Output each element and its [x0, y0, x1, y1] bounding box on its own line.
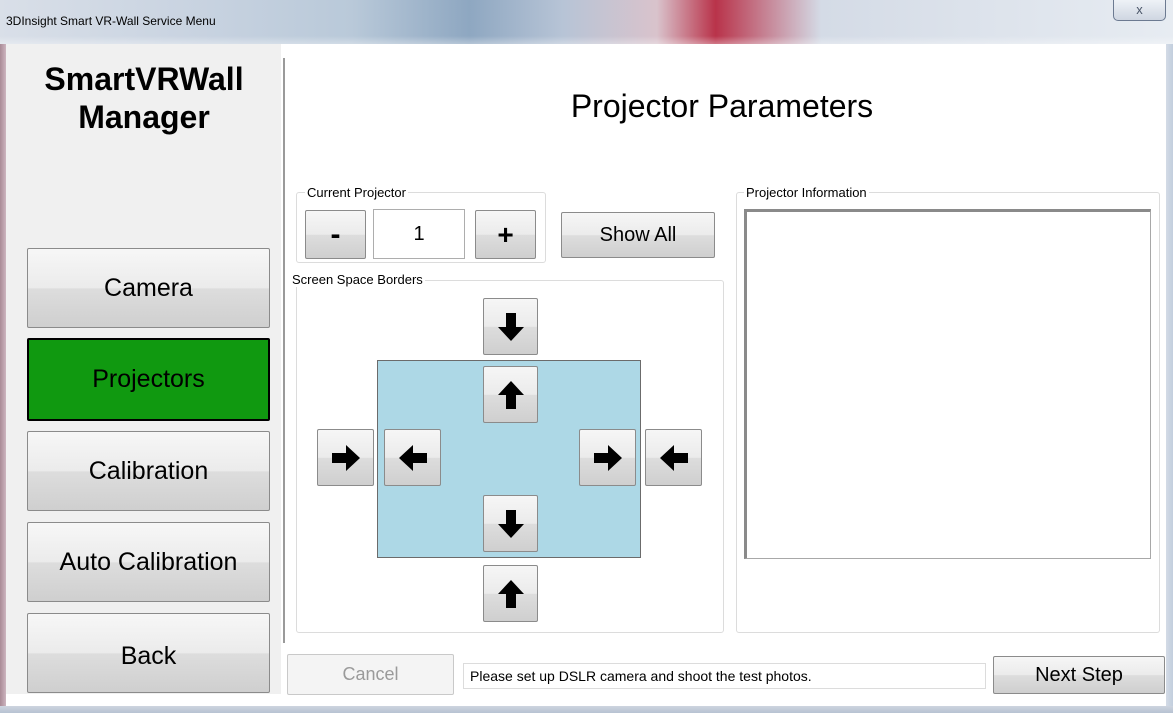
- sidebar-item-auto-calibration[interactable]: Auto Calibration: [27, 522, 270, 602]
- next-step-label: Next Step: [1035, 663, 1123, 686]
- sidebar-item-back[interactable]: Back: [27, 613, 270, 693]
- sidebar-item-calibration[interactable]: Calibration: [27, 431, 270, 511]
- left-arrow-icon: [398, 444, 427, 471]
- cancel-label: Cancel: [342, 664, 399, 684]
- close-button[interactable]: x: [1113, 0, 1166, 21]
- app-title: SmartVRWall Manager: [12, 60, 276, 136]
- right-border-left-button[interactable]: [645, 429, 702, 486]
- up-arrow-icon: [497, 380, 524, 409]
- sidebar-item-label: Back: [120, 642, 177, 670]
- projector-information-textbox[interactable]: [744, 209, 1151, 559]
- app-title-line1: SmartVRWall: [44, 61, 244, 97]
- projector-number-field[interactable]: 1: [373, 209, 465, 259]
- sidebar-item-projectors[interactable]: Projectors: [27, 338, 270, 421]
- projector-number-value: 1: [413, 222, 425, 245]
- close-icon: x: [1136, 2, 1143, 17]
- sidebar-item-label: Camera: [104, 273, 193, 302]
- right-arrow-icon: [331, 444, 360, 471]
- left-border-left-button[interactable]: [384, 429, 441, 486]
- window-title: 3DInsight Smart VR-Wall Service Menu: [6, 14, 216, 28]
- down-arrow-icon: [497, 509, 524, 538]
- bottom-border-up-button[interactable]: [483, 565, 538, 622]
- right-arrow-icon: [593, 444, 622, 471]
- decrement-projector-button[interactable]: -: [305, 210, 366, 259]
- show-all-button[interactable]: Show All: [561, 212, 715, 258]
- sidebar-divider: [283, 58, 285, 643]
- sidebar-item-label: Auto Calibration: [59, 547, 238, 576]
- window-frame-right: [1166, 44, 1173, 713]
- top-border-down-button[interactable]: [483, 298, 538, 355]
- sidebar-item-label: Calibration: [88, 456, 209, 485]
- current-projector-label: Current Projector: [305, 185, 408, 200]
- page-title: Projector Parameters: [570, 88, 874, 124]
- show-all-label: Show All: [599, 223, 677, 246]
- right-border-right-button[interactable]: [579, 429, 636, 486]
- cancel-button[interactable]: Cancel: [287, 654, 454, 695]
- status-text: Please set up DSLR camera and shoot the …: [470, 668, 812, 684]
- increment-projector-button[interactable]: +: [475, 210, 536, 259]
- title-bar: 3DInsight Smart VR-Wall Service Menu x: [0, 0, 1173, 44]
- left-border-right-button[interactable]: [317, 429, 374, 486]
- up-arrow-icon: [497, 579, 524, 608]
- sidebar-item-label: Projectors: [92, 365, 205, 393]
- window-frame-bottom: [0, 706, 1173, 713]
- left-arrow-icon: [659, 444, 688, 471]
- app-title-line2: Manager: [78, 99, 210, 135]
- down-arrow-icon: [497, 312, 524, 341]
- sidebar-item-camera[interactable]: Camera: [27, 248, 270, 328]
- projector-information-label: Projector Information: [744, 185, 869, 200]
- bottom-border-down-button[interactable]: [483, 495, 538, 552]
- top-border-up-button[interactable]: [483, 366, 538, 423]
- screen-space-borders-label: Screen Space Borders: [290, 272, 425, 287]
- next-step-button[interactable]: Next Step: [993, 656, 1165, 694]
- status-message: Please set up DSLR camera and shoot the …: [463, 663, 986, 689]
- minus-icon: -: [330, 217, 341, 251]
- plus-icon: +: [497, 218, 514, 250]
